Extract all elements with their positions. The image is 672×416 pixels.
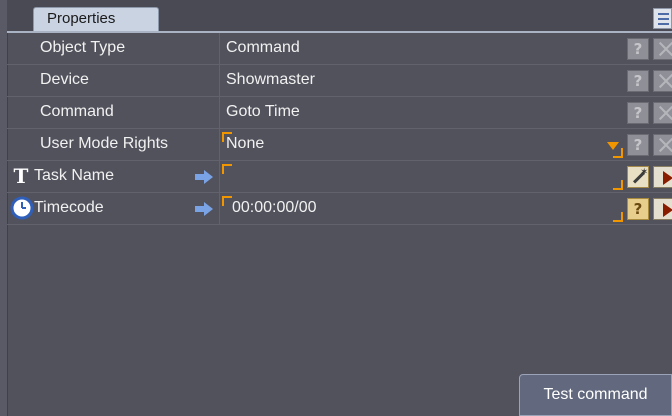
- row-label: Command: [40, 103, 114, 120]
- help-icon[interactable]: ?: [627, 102, 649, 124]
- column-divider: [219, 97, 220, 128]
- column-divider: [219, 193, 220, 224]
- row-command: Command Goto Time ?: [7, 97, 672, 129]
- side-button[interactable]: [653, 134, 672, 156]
- column-divider: [219, 65, 220, 96]
- clock-icon: [10, 196, 34, 220]
- column-divider: [219, 129, 220, 160]
- row-task-name: T Task Name ✶: [7, 161, 672, 193]
- disabled-icon: [659, 106, 672, 120]
- field-corner-marker: [613, 180, 623, 190]
- field-corner-marker: [222, 164, 232, 174]
- column-divider: [219, 33, 220, 64]
- tab-properties[interactable]: Properties: [33, 7, 159, 31]
- row-label: Object Type: [40, 39, 126, 56]
- row-device: Device Showmaster ?: [7, 65, 672, 97]
- magic-wand-icon[interactable]: ✶: [627, 166, 649, 188]
- field-corner-marker: [613, 212, 623, 222]
- disabled-icon: [659, 74, 672, 88]
- side-button[interactable]: [653, 38, 672, 60]
- disabled-icon: [659, 42, 672, 56]
- arrow-right-icon[interactable]: [195, 202, 213, 216]
- help-icon[interactable]: ?: [627, 38, 649, 60]
- play-icon: [663, 203, 672, 217]
- row-label: Task Name: [34, 167, 115, 184]
- column-divider: [219, 161, 220, 192]
- help-icon[interactable]: ?: [627, 134, 649, 156]
- play-icon: [663, 171, 672, 185]
- user-mode-rights-select[interactable]: None: [226, 135, 264, 153]
- row-value: Goto Time: [226, 103, 300, 120]
- row-timecode: Timecode 00:00:00/00 ?: [7, 193, 672, 225]
- properties-panel: Properties Object Type Command ? Device …: [0, 0, 672, 416]
- row-user-mode-rights: User Mode Rights None ?: [7, 129, 672, 161]
- field-corner-marker: [222, 196, 232, 206]
- side-button[interactable]: [653, 70, 672, 92]
- test-command-button[interactable]: Test command: [519, 374, 672, 416]
- property-list-icon[interactable]: [653, 8, 672, 29]
- side-button[interactable]: [653, 102, 672, 124]
- timecode-input[interactable]: 00:00:00/00: [232, 199, 317, 217]
- text-type-icon: T: [13, 164, 29, 188]
- help-icon[interactable]: ?: [627, 198, 649, 220]
- row-label: User Mode Rights: [40, 135, 169, 152]
- tab-bar: Properties: [7, 0, 672, 33]
- disabled-icon: [659, 138, 672, 152]
- help-icon[interactable]: ?: [627, 70, 649, 92]
- play-button[interactable]: [653, 166, 672, 188]
- row-label: Device: [40, 71, 89, 88]
- arrow-right-icon[interactable]: [195, 170, 213, 184]
- row-value: Showmaster: [226, 71, 315, 88]
- row-label: Timecode: [34, 199, 104, 216]
- field-corner-marker: [613, 148, 623, 158]
- row-value: Command: [226, 39, 300, 56]
- play-button[interactable]: [653, 198, 672, 220]
- row-object-type: Object Type Command ?: [7, 33, 672, 65]
